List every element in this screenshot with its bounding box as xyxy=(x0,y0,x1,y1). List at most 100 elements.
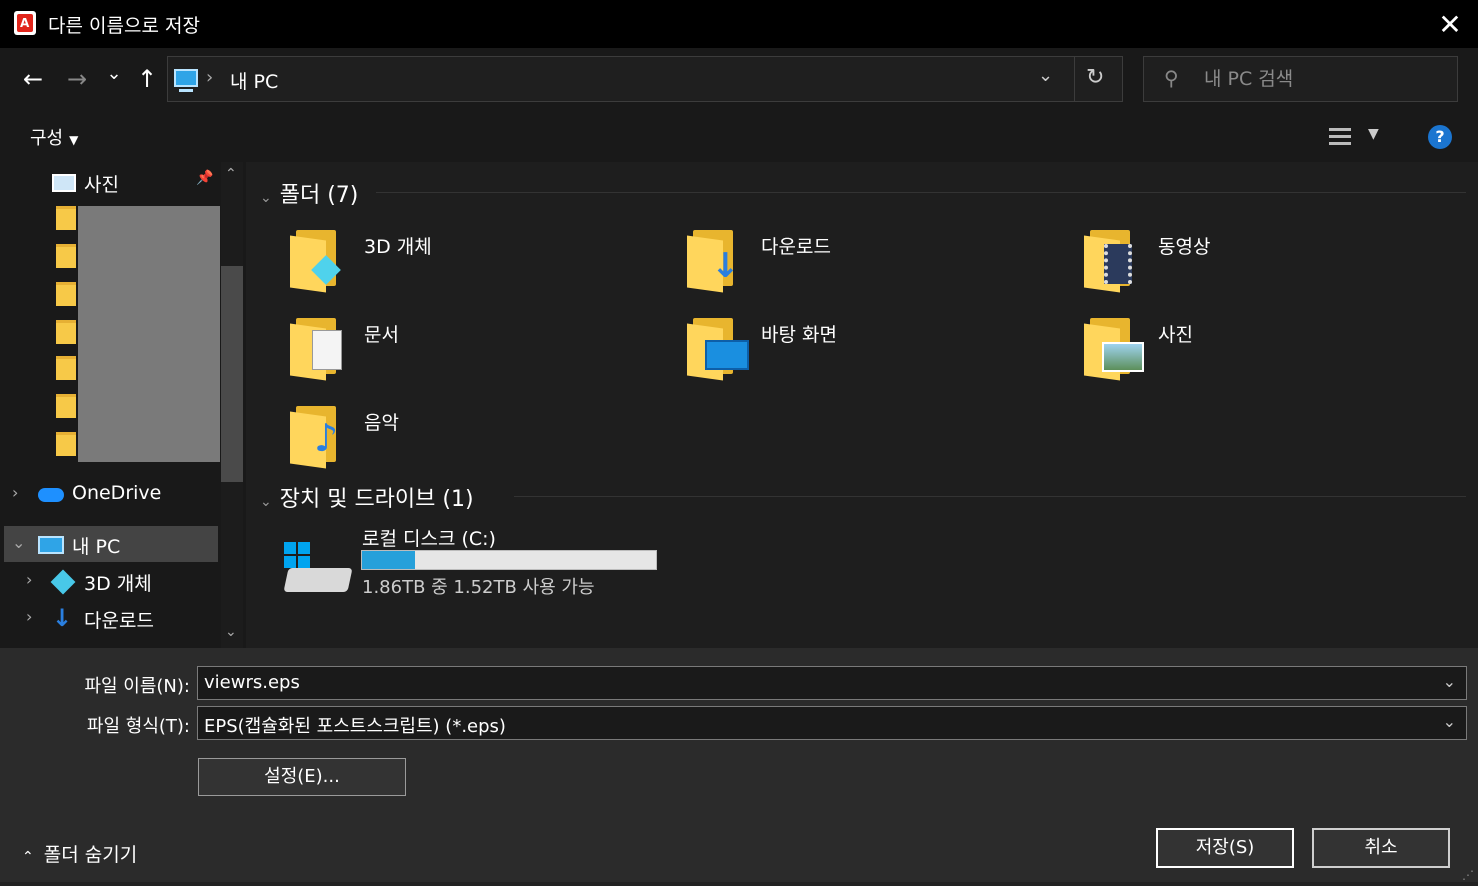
sidebar-item-label: 사진 xyxy=(84,174,119,196)
sidebar-item-3d-objects[interactable]: › 3D 개체 xyxy=(0,563,218,599)
window-title: 다른 이름으로 저장 xyxy=(48,15,200,37)
this-pc-icon xyxy=(174,69,198,92)
chevron-right-icon[interactable]: › xyxy=(26,570,32,589)
music-folder-icon: ♪ xyxy=(290,402,340,469)
folder-tile[interactable]: 사진 xyxy=(1084,314,1464,392)
sidebar-item-label: 3D 개체 xyxy=(84,573,152,595)
folder-icon[interactable] xyxy=(56,244,76,268)
organize-menu[interactable]: 구성 ▼ xyxy=(30,124,78,150)
scroll-up-icon[interactable]: ⌃ xyxy=(225,166,237,182)
drive-free-space: 1.86TB 중 1.52TB 사용 가능 xyxy=(362,577,595,598)
this-pc-icon xyxy=(38,536,64,554)
chevron-down-icon[interactable]: ⌄ xyxy=(1443,672,1456,691)
address-bar[interactable]: › 내 PC ⌄ ↻ xyxy=(167,56,1123,102)
folder-tile[interactable]: 바탕 화면 xyxy=(687,314,1067,392)
filetype-value: EPS(캡슐화된 포스트스크립트) (*.eps) xyxy=(204,716,506,737)
folder-label: 음악 xyxy=(364,412,399,434)
filename-field[interactable]: viewrs.eps ⌄ xyxy=(197,666,1467,700)
local-disk-icon xyxy=(283,542,353,598)
group-header-folders[interactable]: ⌄ 폴더 (7) xyxy=(260,177,358,209)
sidebar-item-onedrive[interactable]: › OneDrive xyxy=(0,476,218,512)
scroll-down-icon[interactable]: ⌄ xyxy=(225,624,237,640)
group-divider xyxy=(376,192,1466,193)
folder-tile[interactable]: 동영상 xyxy=(1084,226,1464,304)
group-title: 장치 및 드라이브 (1) xyxy=(279,487,474,512)
sidebar-item-label: 내 PC xyxy=(72,536,121,558)
search-icon: ⚲ xyxy=(1164,66,1179,90)
documents-folder-icon xyxy=(290,314,342,381)
save-button[interactable]: 저장(S) xyxy=(1156,828,1294,868)
sidebar-item-pictures-pinned[interactable]: 사진 📌 xyxy=(0,164,218,200)
windows-logo-icon xyxy=(284,542,310,568)
organize-label: 구성 xyxy=(30,128,64,149)
filename-value[interactable]: viewrs.eps xyxy=(204,672,300,693)
file-list: ⌄ 폴더 (7) 3D 개체 ↓ 다운로드 동영상 문서 바탕 화면 사진 ♪ … xyxy=(246,162,1478,648)
navigation-pane: 사진 📌 › OneDrive ⌄ 내 PC › 3D 개체 › ↓ 다운로드 … xyxy=(0,162,246,648)
pictures-folder-icon xyxy=(1084,314,1144,381)
folder-label: 사진 xyxy=(1158,324,1193,346)
navigation-bar: ← → ⌄ ↑ › 내 PC ⌄ ↻ ⚲ xyxy=(0,48,1478,110)
recent-locations-dropdown[interactable]: ⌄ xyxy=(104,58,124,88)
folder-icon[interactable] xyxy=(56,394,76,418)
title-bar: A 다른 이름으로 저장 ✕ xyxy=(0,0,1478,48)
breadcrumb-this-pc[interactable]: 내 PC xyxy=(230,67,278,94)
view-options-caret-icon[interactable]: ▼ xyxy=(1368,126,1379,142)
folder-label: 3D 개체 xyxy=(364,236,432,258)
settings-button[interactable]: 설정(E)... xyxy=(198,758,406,796)
3d-objects-icon xyxy=(50,569,76,595)
filetype-select[interactable]: EPS(캡슐화된 포스트스크립트) (*.eps) ⌄ xyxy=(197,706,1467,740)
cancel-button[interactable]: 취소 xyxy=(1312,828,1450,868)
address-divider xyxy=(1074,57,1075,101)
chevron-down-icon: ⌄ xyxy=(260,190,272,206)
up-button[interactable]: ↑ xyxy=(134,64,160,94)
acrobat-app-icon: A xyxy=(14,11,36,35)
downloads-folder-icon: ↓ xyxy=(687,226,740,293)
hide-folders-toggle[interactable]: ⌃ 폴더 숨기기 xyxy=(22,840,137,867)
folder-label: 바탕 화면 xyxy=(761,324,837,346)
folder-icon[interactable] xyxy=(56,320,76,344)
folder-label: 다운로드 xyxy=(761,236,831,258)
download-arrow-icon: ↓ xyxy=(52,604,73,632)
filetype-label: 파일 형식(T): xyxy=(86,716,190,737)
videos-folder-icon xyxy=(1084,226,1134,293)
folder-icon[interactable] xyxy=(56,282,76,306)
folder-tile[interactable]: ♪ 음악 xyxy=(290,402,670,480)
folder-icon[interactable] xyxy=(56,432,76,456)
folder-icon[interactable] xyxy=(56,356,76,380)
chevron-down-icon[interactable]: ⌄ xyxy=(12,533,25,552)
redacted-region xyxy=(78,206,220,462)
sidebar-item-downloads[interactable]: › ↓ 다운로드 xyxy=(0,600,218,636)
address-history-dropdown[interactable]: ⌄ xyxy=(1038,65,1053,86)
filename-label: 파일 이름(N): xyxy=(84,676,190,697)
3d-objects-folder-icon xyxy=(290,226,341,293)
search-input[interactable] xyxy=(1204,65,1444,93)
sidebar-item-label: 다운로드 xyxy=(84,610,154,632)
sidebar-item-this-pc[interactable]: ⌄ 내 PC xyxy=(4,526,218,562)
folder-tile[interactable]: ↓ 다운로드 xyxy=(687,226,1067,304)
help-icon[interactable]: ? xyxy=(1428,125,1452,149)
resize-grip-icon[interactable]: ⋰ xyxy=(1462,868,1474,882)
pin-icon[interactable]: 📌 xyxy=(196,170,213,186)
change-view-icon[interactable] xyxy=(1329,126,1351,148)
onedrive-cloud-icon xyxy=(38,488,64,502)
folder-tile[interactable]: 문서 xyxy=(290,314,670,392)
chevron-right-icon[interactable]: › xyxy=(26,607,32,626)
chevron-right-icon[interactable]: › xyxy=(12,483,18,502)
group-header-devices[interactable]: ⌄ 장치 및 드라이브 (1) xyxy=(260,481,474,513)
hide-folders-label: 폴더 숨기기 xyxy=(43,844,138,866)
group-title: 폴더 (7) xyxy=(279,183,359,208)
back-button[interactable]: ← xyxy=(18,64,48,94)
sidebar-scrollbar[interactable]: ⌃ ⌄ xyxy=(221,162,243,648)
search-box[interactable]: ⚲ xyxy=(1143,56,1458,102)
save-options-panel: 파일 이름(N): viewrs.eps ⌄ 파일 형식(T): EPS(캡슐화… xyxy=(0,648,1478,886)
folder-tile[interactable]: 3D 개체 xyxy=(290,226,670,304)
scrollbar-thumb[interactable] xyxy=(221,266,243,482)
chevron-down-icon[interactable]: ⌄ xyxy=(1443,712,1456,731)
forward-button[interactable]: → xyxy=(62,64,92,94)
drive-label: 로컬 디스크 (C:) xyxy=(362,528,496,550)
desktop-folder-icon xyxy=(687,314,749,381)
folder-icon[interactable] xyxy=(56,206,76,230)
folder-label: 동영상 xyxy=(1158,236,1211,258)
close-button[interactable]: ✕ xyxy=(1432,6,1468,42)
refresh-icon[interactable]: ↻ xyxy=(1086,65,1104,90)
